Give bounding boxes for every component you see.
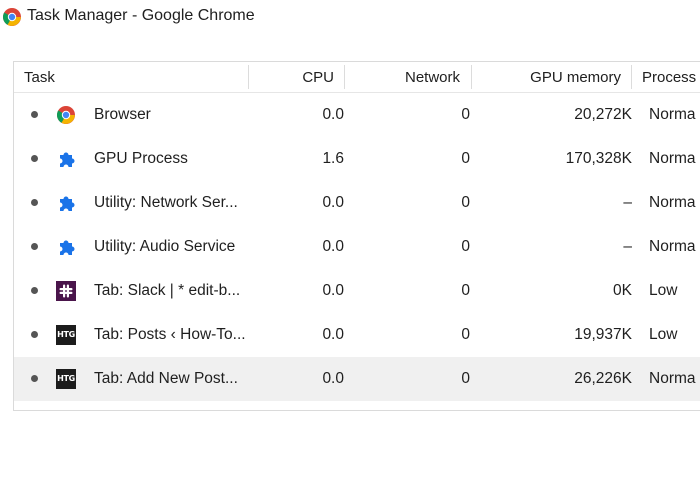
row-bullet <box>31 155 38 162</box>
chrome-icon <box>56 106 75 124</box>
row-bullet <box>31 111 38 118</box>
process-priority: Norma <box>649 194 696 211</box>
table-row[interactable]: HTG Tab: Posts ‹ How-To... 0.0 0 19,937K… <box>14 313 700 357</box>
column-separator[interactable] <box>471 65 472 89</box>
table-row[interactable]: GPU Process 1.6 0 170,328K Norma <box>14 137 700 181</box>
table-row[interactable]: Tab: Slack | * edit-b... 0.0 0 0K Low <box>14 269 700 313</box>
process-priority: Norma <box>649 238 696 255</box>
row-bullet <box>31 243 38 250</box>
process-priority: Norma <box>649 370 696 387</box>
network-value: 0 <box>461 150 470 167</box>
htg-icon: HTG <box>56 325 76 345</box>
table-row[interactable]: Utility: Network Ser... 0.0 0 – Norma <box>14 181 700 225</box>
network-value: 0 <box>461 238 470 255</box>
cpu-value: 0.0 <box>322 326 344 343</box>
row-bullet <box>31 287 38 294</box>
network-value: 0 <box>461 194 470 211</box>
table-row-selected[interactable]: HTG Tab: Add New Post... 0.0 0 26,226K N… <box>14 357 700 401</box>
task-name: Utility: Audio Service <box>94 238 236 255</box>
table-header: Task CPU Network GPU memory Process <box>14 62 700 93</box>
column-separator[interactable] <box>631 65 632 89</box>
column-header-gpu-memory[interactable]: GPU memory <box>484 62 621 92</box>
puzzle-icon <box>60 240 75 255</box>
puzzle-icon <box>60 152 75 167</box>
gpu-memory-value: 0K <box>613 282 632 299</box>
table-row[interactable]: Utility: Audio Service 0.0 0 – Norma <box>14 225 700 269</box>
puzzle-icon <box>60 196 75 211</box>
cpu-value: 1.6 <box>322 150 344 167</box>
process-priority: Norma <box>649 106 696 123</box>
network-value: 0 <box>461 106 470 123</box>
row-bullet <box>31 331 38 338</box>
table-row[interactable]: Browser 0.0 0 20,272K Norma <box>14 93 700 137</box>
task-name: GPU Process <box>94 150 188 167</box>
column-header-task[interactable]: Task <box>24 62 55 92</box>
task-name: Tab: Slack | * edit-b... <box>94 282 241 299</box>
cpu-value: 0.0 <box>322 370 344 387</box>
htg-icon: HTG <box>56 369 76 389</box>
cpu-value: 0.0 <box>322 282 344 299</box>
process-priority: Norma <box>649 150 696 167</box>
column-header-process[interactable]: Process <box>642 62 696 92</box>
task-name: Browser <box>94 106 151 123</box>
row-bullet <box>31 199 38 206</box>
task-rows: Browser 0.0 0 20,272K Norma GPU Process … <box>14 93 700 401</box>
network-value: 0 <box>461 326 470 343</box>
gpu-memory-value: 20,272K <box>574 106 632 123</box>
cpu-value: 0.0 <box>322 238 344 255</box>
window-title: Task Manager - Google Chrome <box>27 7 255 24</box>
gpu-memory-value: 19,937K <box>574 326 632 343</box>
process-priority: Low <box>649 282 678 299</box>
network-value: 0 <box>461 370 470 387</box>
network-value: 0 <box>461 282 470 299</box>
task-manager-window: Task Manager - Google Chrome Task CPU Ne… <box>0 0 700 500</box>
task-name: Tab: Add New Post... <box>94 370 238 387</box>
row-bullet <box>31 375 38 382</box>
title-bar: Task Manager - Google Chrome <box>0 0 700 36</box>
task-name: Tab: Posts ‹ How-To... <box>94 326 246 343</box>
gpu-memory-value: 170,328K <box>565 150 632 167</box>
gpu-memory-value: – <box>623 194 632 211</box>
column-header-cpu[interactable]: CPU <box>254 62 334 92</box>
chrome-icon <box>2 8 21 26</box>
task-table: Task CPU Network GPU memory Process Brow… <box>13 61 700 411</box>
column-separator[interactable] <box>344 65 345 89</box>
cpu-value: 0.0 <box>322 106 344 123</box>
slack-icon <box>56 281 76 301</box>
gpu-memory-value: – <box>623 238 632 255</box>
process-priority: Low <box>649 326 678 343</box>
column-separator[interactable] <box>248 65 249 89</box>
gpu-memory-value: 26,226K <box>574 370 632 387</box>
column-header-network[interactable]: Network <box>354 62 460 92</box>
task-name: Utility: Network Ser... <box>94 194 238 211</box>
cpu-value: 0.0 <box>322 194 344 211</box>
